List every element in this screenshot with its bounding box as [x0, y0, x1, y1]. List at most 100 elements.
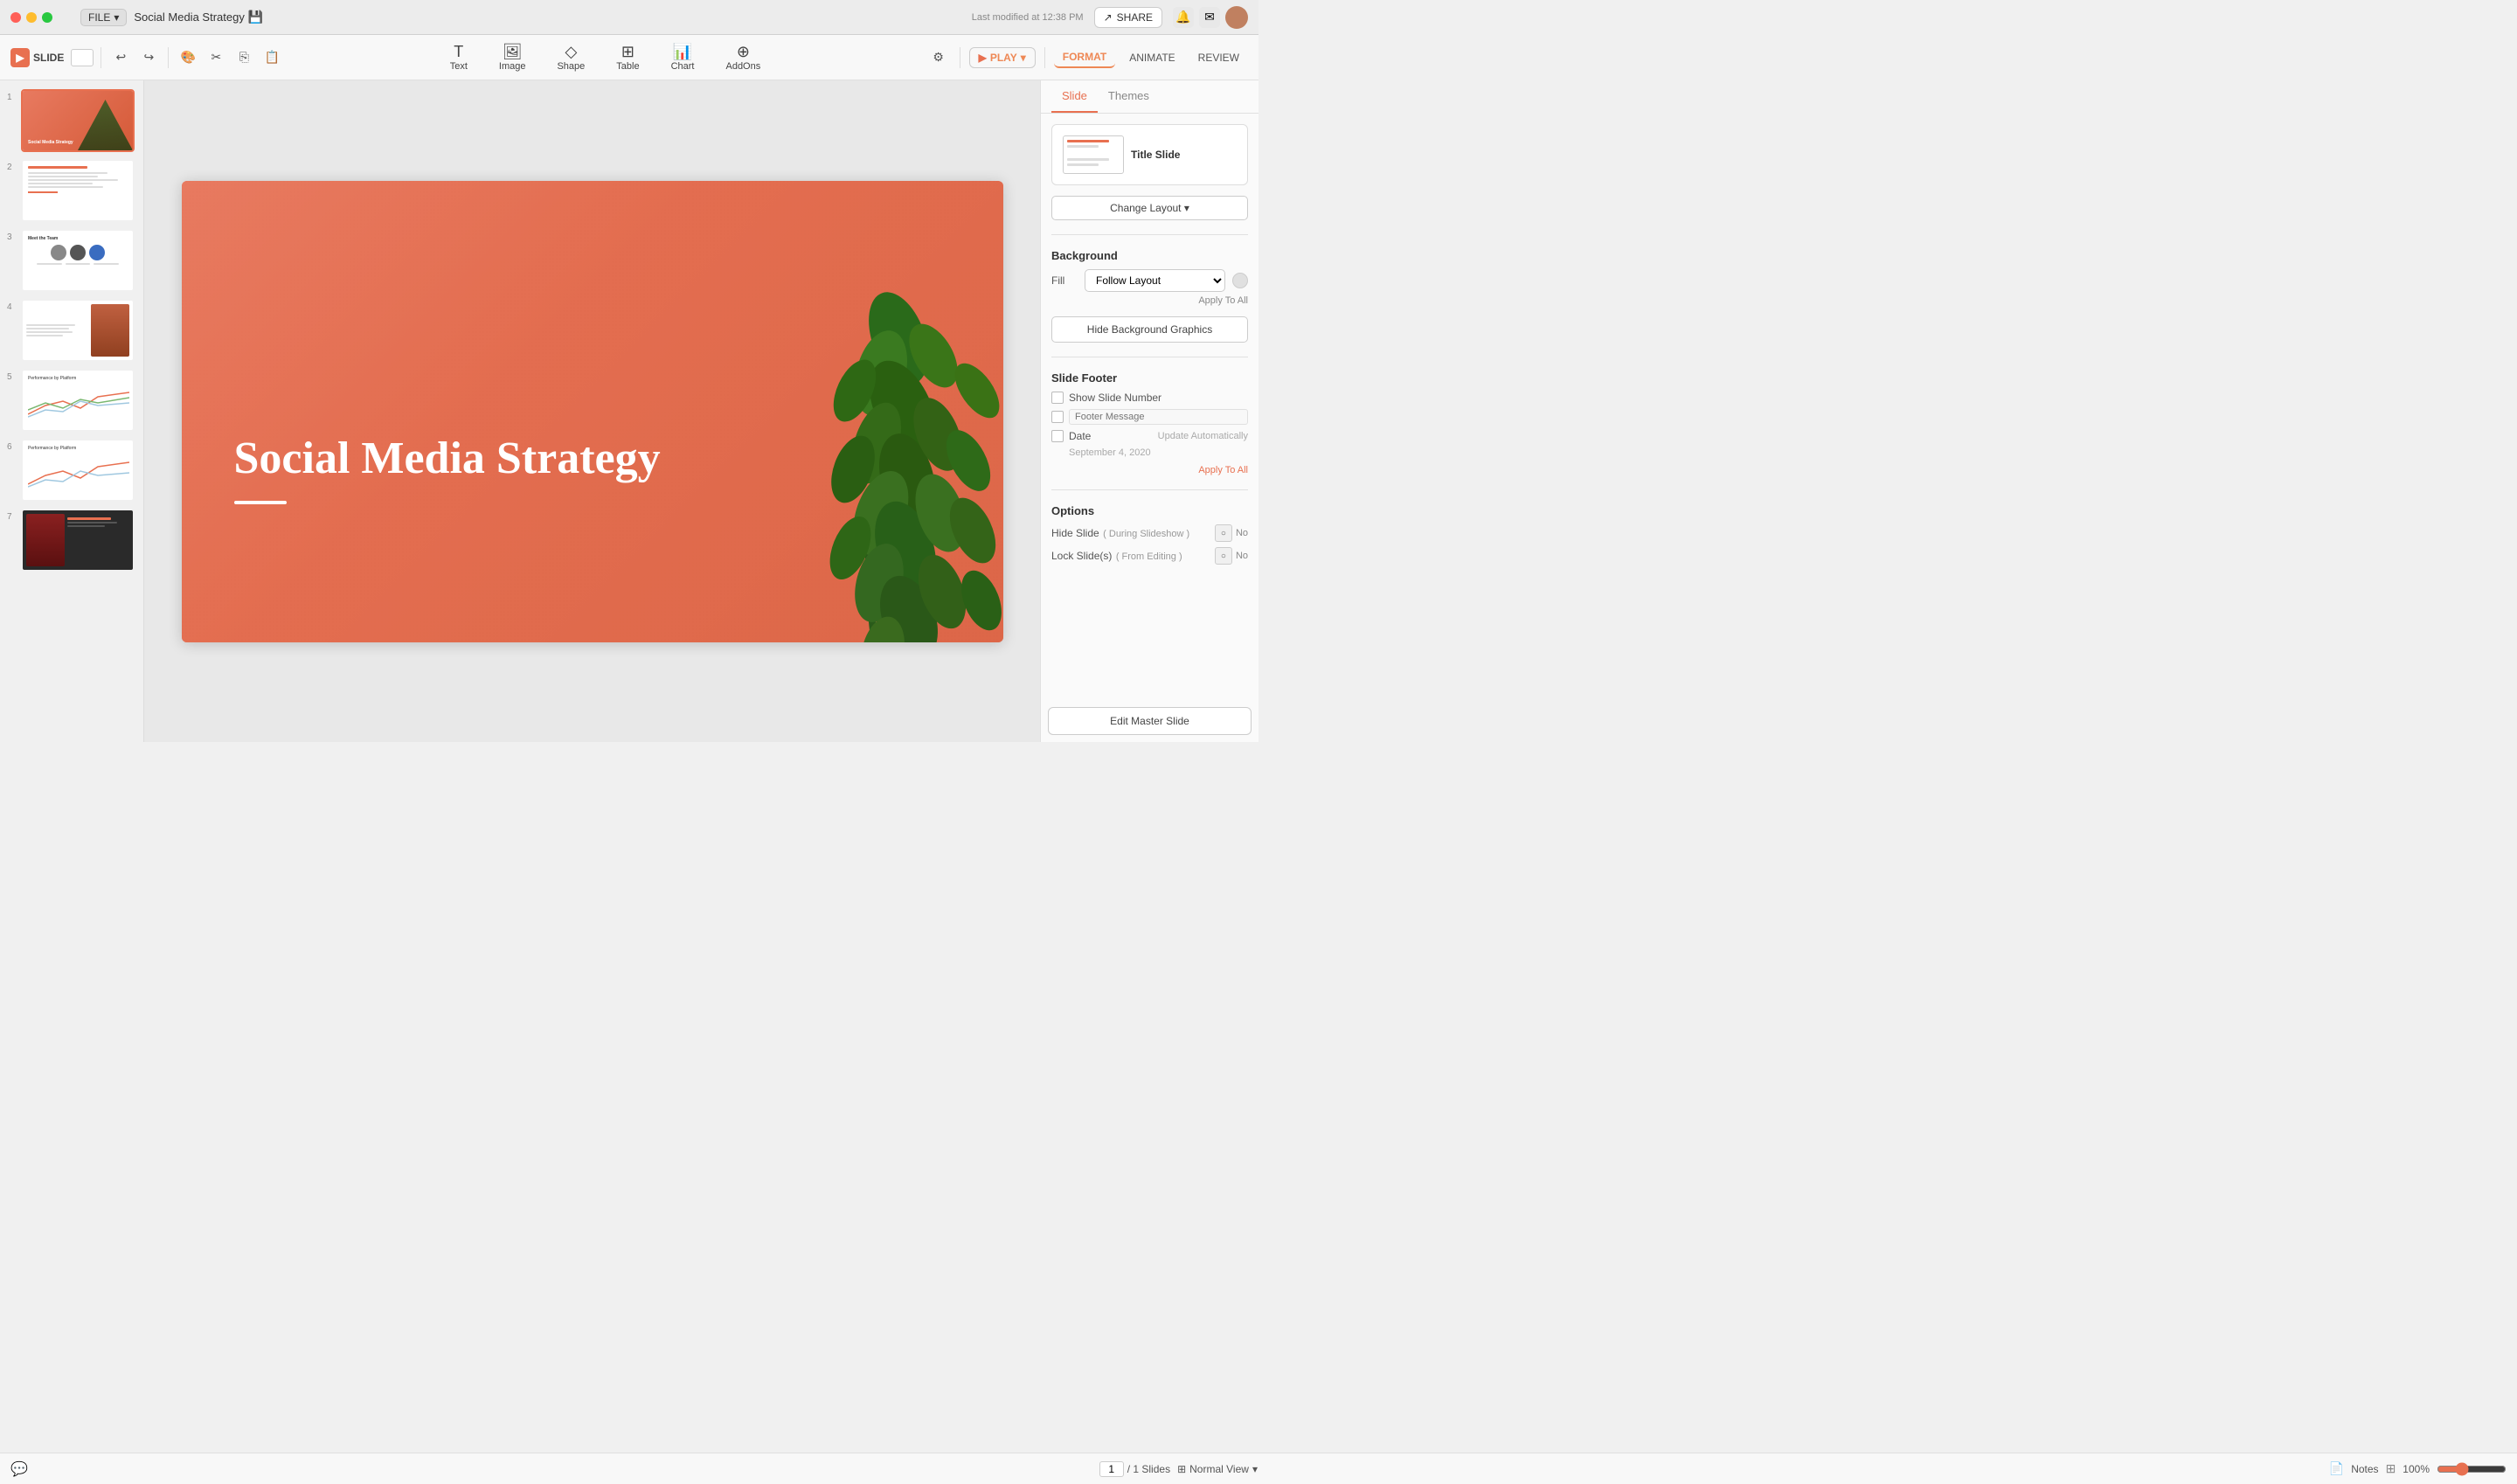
slide-panel: 1 Social Media Strategy 2	[0, 80, 144, 742]
slide-number-1: 1	[7, 89, 17, 102]
slide-number-3: 3	[7, 229, 17, 242]
bottom-right: 📄 Notes ⊞ 100%	[2329, 1461, 2507, 1476]
avatar[interactable]	[1225, 6, 1248, 29]
color-swatch[interactable]	[1232, 273, 1248, 288]
addons-tool[interactable]: ⊕ AddOns	[717, 40, 769, 75]
lock-slide-toggle-off[interactable]: ○	[1215, 547, 1232, 565]
slide-thumb-7[interactable]: 7	[5, 507, 138, 573]
slide-number-5: 5	[7, 369, 17, 382]
right-panel: Slide Themes Title Slide Change Lay	[1040, 80, 1258, 742]
slide-label: SLIDE	[33, 52, 64, 64]
titlebar-right: Last modified at 12:38 PM ↗ SHARE 🔔 ✉	[972, 6, 1248, 29]
tab-slide[interactable]: Slide	[1051, 80, 1098, 113]
slide-image-2	[21, 159, 135, 222]
hide-slide-no: No	[1236, 528, 1248, 538]
right-content: Title Slide Change Layout ▾ Background F…	[1041, 114, 1258, 575]
apply-all-footer[interactable]: Apply To All	[1051, 465, 1248, 475]
fill-row: Fill Follow Layout	[1051, 269, 1248, 292]
grid-icon: ⊞	[2386, 1461, 2396, 1476]
footer-message-checkbox[interactable]	[1051, 411, 1064, 423]
date-value: September 4, 2020	[1069, 447, 1151, 458]
slide-thumb-5[interactable]: 5 Performance by Platform	[5, 367, 138, 433]
chat-icon[interactable]: 💬	[10, 1460, 28, 1478]
slide-title: Social Media Strategy	[234, 433, 661, 485]
show-slide-number-row: Show Slide Number	[1051, 392, 1248, 404]
footer-message-row	[1051, 409, 1248, 425]
lock-slide-label: Lock Slide(s)	[1051, 550, 1112, 562]
fill-select[interactable]: Follow Layout	[1085, 269, 1225, 292]
slide-image-7	[21, 509, 135, 572]
paint-format-button[interactable]: 🎨	[176, 45, 200, 70]
slide-thumb-6[interactable]: 6 Performance by Platform	[5, 437, 138, 503]
zoom-slider[interactable]	[2437, 1462, 2507, 1476]
animate-tab[interactable]: ANIMATE	[1120, 48, 1183, 67]
lock-slide-label-group: Lock Slide(s) ( From Editing )	[1051, 548, 1182, 564]
grid-view-btn[interactable]	[71, 49, 94, 66]
bottom-left: 💬	[10, 1460, 28, 1478]
last-modified: Last modified at 12:38 PM	[972, 12, 1084, 23]
play-button[interactable]: ▶ PLAY ▾	[969, 47, 1036, 68]
image-tool[interactable]: 🖼 Image	[490, 40, 535, 75]
undo-button[interactable]: ↩	[108, 45, 133, 70]
text-icon: T	[454, 44, 463, 59]
footer-message-input[interactable]	[1069, 409, 1248, 425]
notification-icon[interactable]: 🔔	[1173, 7, 1194, 28]
app-icon: ▶	[10, 48, 30, 67]
layout-info: Title Slide	[1131, 149, 1237, 161]
thumb1-title: Social Media Strategy	[28, 140, 73, 145]
cut-button[interactable]: ✂	[204, 45, 228, 70]
tab-themes[interactable]: Themes	[1098, 80, 1160, 113]
slide-canvas[interactable]: Social Media Strategy	[182, 181, 1003, 642]
paste-button[interactable]: 📋	[260, 45, 284, 70]
slide-thumb-1[interactable]: 1 Social Media Strategy	[5, 87, 138, 154]
fill-label: Fill	[1051, 274, 1078, 287]
canvas-area: Social Media Strategy	[144, 80, 1040, 742]
format-tab[interactable]: FORMAT	[1054, 47, 1115, 68]
page-number-input[interactable]	[1099, 1461, 1124, 1477]
slide-thumb-3[interactable]: 3 Meet the Team	[5, 227, 138, 294]
date-label: Date	[1069, 430, 1091, 442]
maximize-button[interactable]	[42, 12, 52, 23]
date-row: Date Update Automatically	[1051, 430, 1248, 442]
layout-preview-area: Title Slide	[1051, 124, 1248, 185]
text-tool[interactable]: T Text	[441, 40, 476, 75]
chart-tool[interactable]: 📊 Chart	[662, 40, 704, 75]
file-menu[interactable]: FILE ▾	[80, 9, 127, 26]
show-slide-number-label: Show Slide Number	[1069, 392, 1161, 404]
lock-slide-toggle: ○ No	[1215, 547, 1248, 565]
slide-thumb-4[interactable]: 4	[5, 297, 138, 364]
share-button[interactable]: ↗ SHARE	[1094, 7, 1162, 28]
edit-master-slide-button[interactable]: Edit Master Slide	[1048, 707, 1252, 735]
hide-background-graphics-button[interactable]: Hide Background Graphics	[1051, 316, 1248, 343]
slide-image-6: Performance by Platform	[21, 439, 135, 502]
hide-slide-row: Hide Slide ( During Slideshow ) ○ No	[1051, 524, 1248, 542]
slide-number-6: 6	[7, 439, 17, 452]
close-button[interactable]	[10, 12, 21, 23]
titlebar: FILE ▾ Social Media Strategy 💾 Last modi…	[0, 0, 1258, 35]
minimize-button[interactable]	[26, 12, 37, 23]
mail-icon[interactable]: ✉	[1199, 7, 1220, 28]
date-checkbox[interactable]	[1051, 430, 1064, 442]
review-tab[interactable]: REVIEW	[1189, 48, 1248, 67]
hide-slide-toggle: ○ No	[1215, 524, 1248, 542]
copy-button[interactable]: ⎘	[232, 45, 256, 70]
notes-button[interactable]: Notes	[2351, 1463, 2378, 1475]
toolbar-divider4	[1044, 47, 1045, 68]
section-divider-3	[1051, 489, 1248, 490]
options-title: Options	[1051, 504, 1248, 517]
normal-view-button[interactable]: ⊞ Normal View ▾	[1177, 1463, 1258, 1475]
file-chevron: ▾	[114, 11, 119, 24]
shape-tool[interactable]: ◇ Shape	[548, 40, 593, 75]
slide-image-3: Meet the Team	[21, 229, 135, 292]
hide-slide-toggle-off[interactable]: ○	[1215, 524, 1232, 542]
redo-button[interactable]: ↪	[136, 45, 161, 70]
table-tool[interactable]: ⊞ Table	[607, 40, 648, 75]
show-slide-number-checkbox[interactable]	[1051, 392, 1064, 404]
lock-slide-sub: ( From Editing )	[1116, 551, 1182, 562]
background-section: Background Fill Follow Layout Apply To A…	[1051, 249, 1248, 306]
apply-all-background[interactable]: Apply To All	[1051, 295, 1248, 306]
settings-button[interactable]: ⚙	[926, 45, 951, 70]
main-area: 1 Social Media Strategy 2	[0, 80, 1258, 742]
slide-thumb-2[interactable]: 2	[5, 157, 138, 224]
change-layout-button[interactable]: Change Layout ▾	[1051, 196, 1248, 220]
